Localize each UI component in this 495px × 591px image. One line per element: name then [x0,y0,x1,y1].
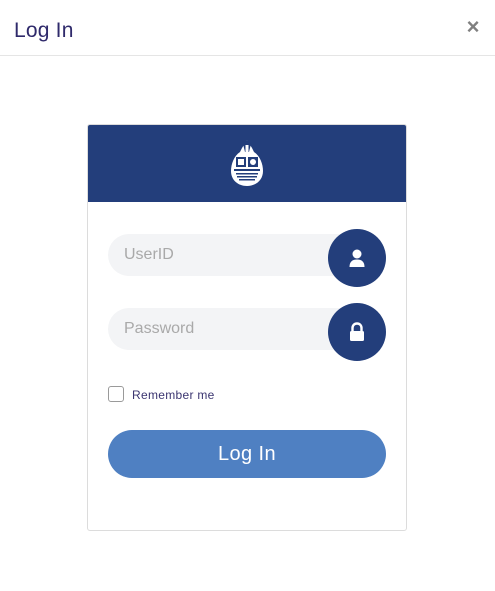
user-icon-badge [328,229,386,287]
remember-checkbox[interactable] [108,386,124,402]
crest-logo-icon [231,140,263,186]
lock-icon [350,322,364,341]
password-field[interactable] [108,308,358,350]
modal-title: Log In [14,19,74,42]
login-card: Remember me Log In [87,124,407,531]
user-icon [349,249,365,267]
login-button[interactable]: Log In [108,430,386,478]
card-banner [88,125,406,202]
userid-field[interactable] [108,234,358,276]
remember-label: Remember me [132,388,215,402]
modal-header: Log In × [0,0,495,56]
password-input[interactable] [108,308,308,350]
userid-input[interactable] [108,234,308,276]
close-icon[interactable]: × [462,14,484,40]
lock-icon-badge [328,303,386,361]
